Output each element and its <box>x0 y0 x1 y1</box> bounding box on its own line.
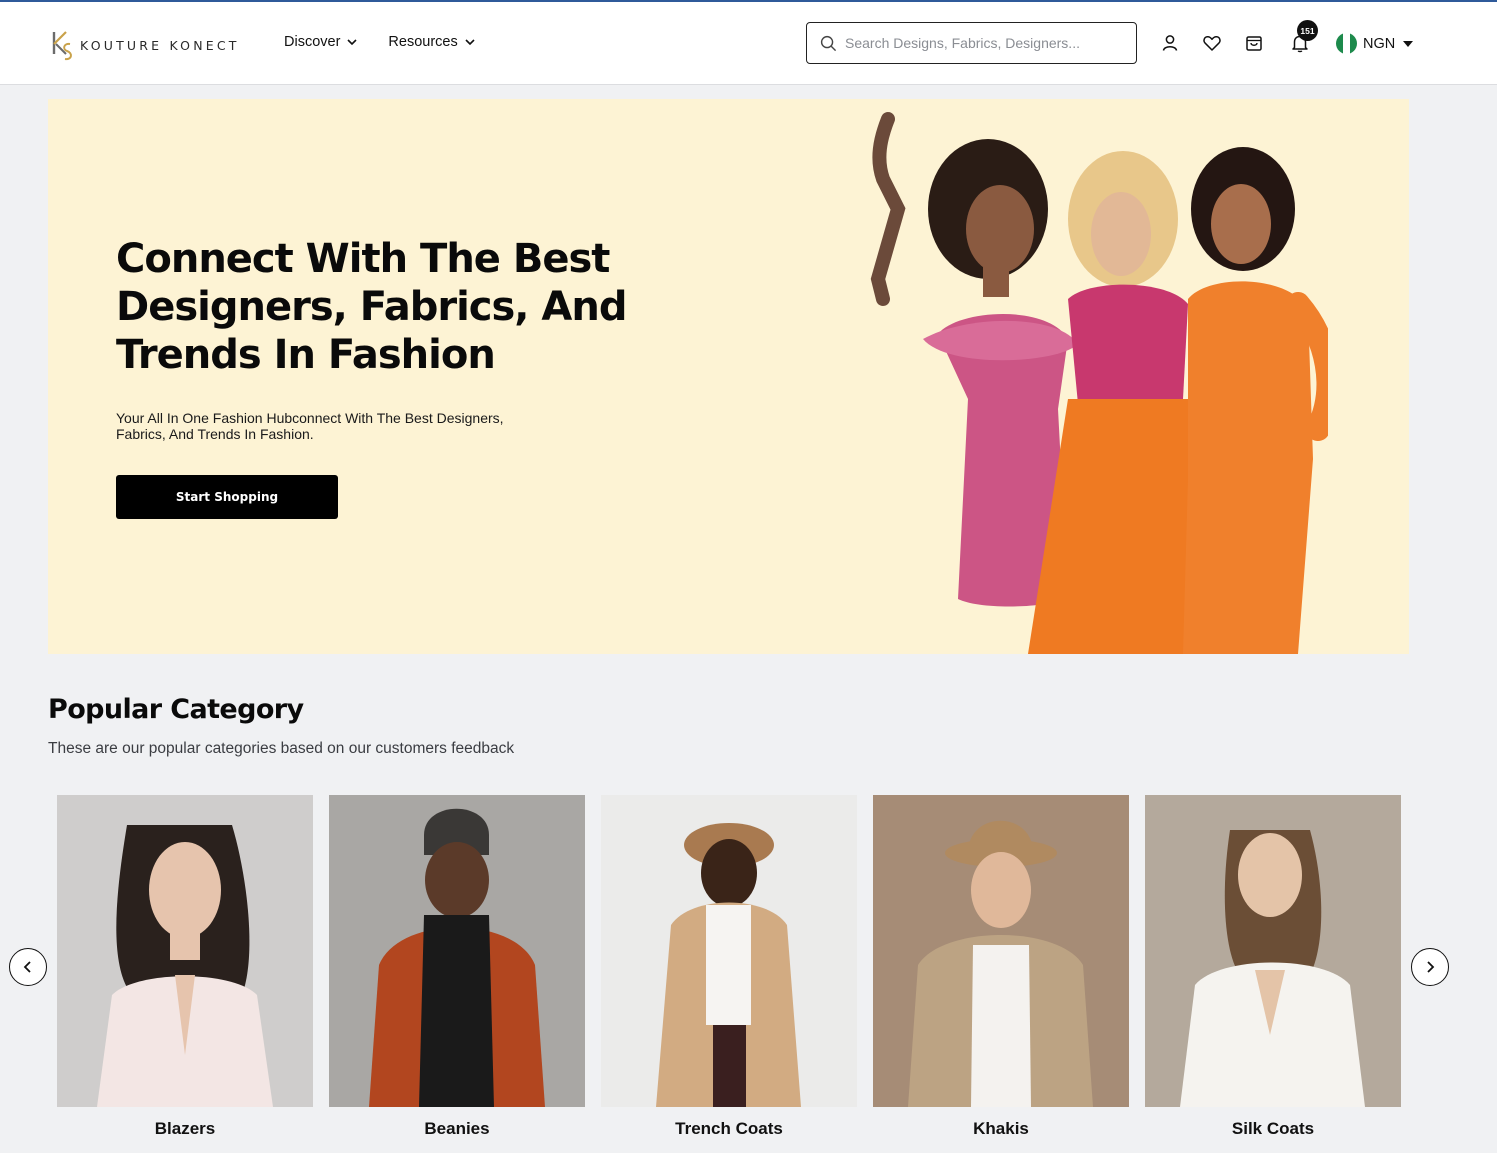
nav-discover[interactable]: Discover <box>284 34 358 50</box>
nigeria-flag-icon <box>1336 33 1357 54</box>
chevron-down-icon <box>465 39 475 46</box>
nav-discover-label: Discover <box>284 34 341 50</box>
notification-badge: 151 <box>1297 20 1318 41</box>
popular-category-title: Popular Category <box>48 694 304 725</box>
chevron-right-icon <box>1427 961 1435 973</box>
category-card-beanies[interactable]: Beanies <box>329 795 585 1153</box>
beanie-model-image <box>329 795 585 1107</box>
user-icon <box>1162 35 1178 51</box>
currency-label: NGN <box>1363 35 1396 52</box>
caret-down-icon <box>1403 40 1414 47</box>
search-input[interactable] <box>845 35 1125 51</box>
logo-monogram-icon <box>52 31 72 61</box>
site-header: KOUTURE KONECT Discover Resources 151 NG… <box>0 2 1497 85</box>
heart-icon <box>1203 36 1221 51</box>
khaki-model-image <box>873 795 1129 1107</box>
brand-logo[interactable]: KOUTURE KONECT <box>48 25 252 65</box>
main-nav: Discover Resources <box>284 34 476 50</box>
trench-coat-model-image <box>601 795 857 1107</box>
start-shopping-button[interactable]: Start Shopping <box>116 475 338 519</box>
carousel-prev-button[interactable] <box>9 948 47 986</box>
category-label: Khakis <box>973 1119 1029 1138</box>
category-label: Trench Coats <box>675 1119 783 1138</box>
carousel-next-button[interactable] <box>1411 948 1449 986</box>
category-image-silk-coats <box>1145 795 1401 1107</box>
search-box[interactable] <box>806 22 1137 64</box>
search-icon <box>820 35 837 51</box>
category-card-silk-coats[interactable]: Silk Coats <box>1145 795 1401 1153</box>
chevron-down-icon <box>347 39 357 46</box>
category-card-khakis[interactable]: Khakis <box>873 795 1129 1153</box>
category-carousel: Blazers Beanies Trench Coats Khakis Silk… <box>57 795 1401 1153</box>
hero-subtitle: Your All In One Fashion Hubconnect With … <box>116 410 504 442</box>
category-image-blazers <box>57 795 313 1107</box>
account-button[interactable] <box>1160 33 1180 53</box>
category-label: Silk Coats <box>1231 1119 1315 1138</box>
silk-coat-model-image <box>1145 795 1401 1107</box>
chevron-left-icon <box>23 961 31 973</box>
blazer-model-image <box>57 795 313 1107</box>
hero-models-image <box>870 112 1328 654</box>
shopping-bag-icon <box>1246 36 1262 51</box>
category-image-trench-coats <box>601 795 857 1107</box>
category-image-beanies <box>329 795 585 1107</box>
nav-resources[interactable]: Resources <box>388 34 475 50</box>
hero-banner: Connect With The Best Designers, Fabrics… <box>48 99 1409 654</box>
popular-category-subtitle: These are our popular categories based o… <box>48 740 515 757</box>
currency-selector[interactable]: NGN <box>1336 33 1414 54</box>
wishlist-button[interactable] <box>1202 33 1222 53</box>
category-image-khakis <box>873 795 1129 1107</box>
logo-text: KOUTURE KONECT <box>80 37 240 53</box>
category-label: Beanies <box>424 1119 490 1138</box>
hero-title: Connect With The Best Designers, Fabrics… <box>116 236 628 378</box>
cart-button[interactable] <box>1244 33 1264 53</box>
category-card-blazers[interactable]: Blazers <box>57 795 313 1153</box>
category-card-trench-coats[interactable]: Trench Coats <box>601 795 857 1153</box>
nav-resources-label: Resources <box>388 34 458 50</box>
category-label: Blazers <box>154 1119 216 1138</box>
